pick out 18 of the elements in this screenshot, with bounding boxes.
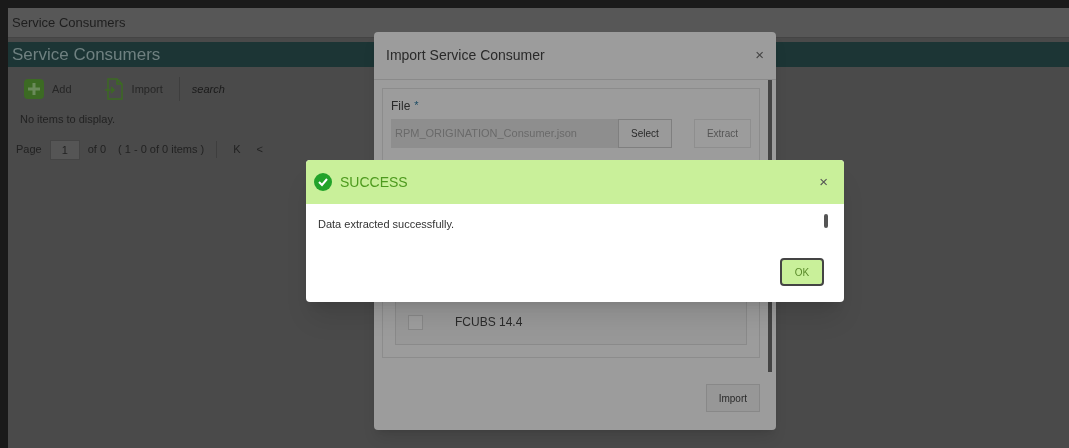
window-title: Service Consumers — [12, 13, 126, 32]
row-checkbox[interactable] — [408, 314, 423, 330]
page-header: Service Consumers — [12, 43, 161, 66]
close-button[interactable]: × — [819, 170, 828, 194]
file-label: File — [391, 98, 411, 115]
previous-page-button[interactable]: < — [256, 141, 264, 158]
file-import-icon — [103, 78, 124, 100]
plus-icon — [24, 79, 44, 99]
row-label: FCUBS 14.4 — [455, 314, 523, 331]
required-mark: * — [414, 98, 419, 113]
ok-button[interactable]: OK — [780, 258, 824, 286]
select-button[interactable]: Select — [618, 119, 672, 148]
import-submit-button[interactable]: Import — [705, 384, 760, 412]
success-title: SUCCESS — [340, 172, 408, 192]
check-circle-icon — [314, 173, 332, 191]
close-button[interactable]: × — [755, 44, 764, 67]
success-message: Data extracted successfully. — [318, 217, 456, 232]
dialog-title: Import Service Consumer — [386, 46, 545, 65]
